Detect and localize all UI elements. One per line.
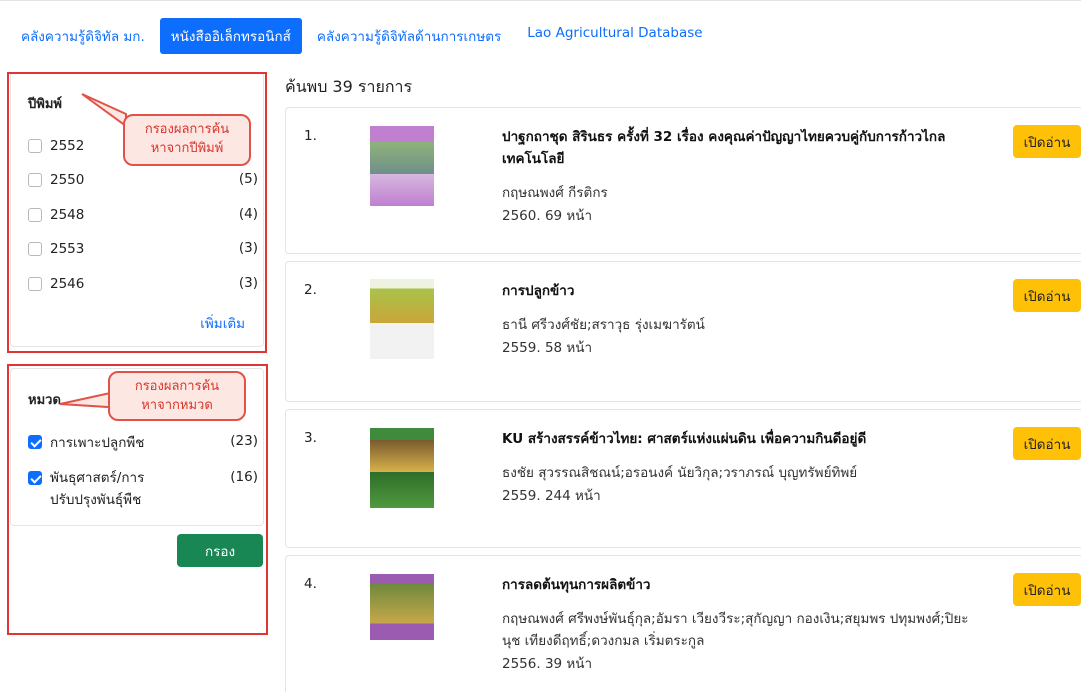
book-author: ธานี ศรีวงศ์ชัย;สราวุธ รุ่งเมฆารัตน์	[502, 317, 705, 333]
tab-agri-digital[interactable]: คลังความรู้ดิจิทัลด้านการเกษตร	[306, 18, 512, 54]
book-meta: 2559. 244 หน้า	[502, 488, 601, 504]
open-read-button[interactable]: เปิดอ่าน	[1013, 573, 1081, 606]
book-meta: 2556. 39 หน้า	[502, 656, 593, 672]
open-read-button[interactable]: เปิดอ่าน	[1013, 125, 1081, 158]
result-card: 2. การปลูกข้าว ธานี ศรีวงศ์ชัย;สราวุธ รุ…	[285, 261, 1081, 402]
result-number: 4.	[304, 576, 317, 592]
book-author: กฤษณพงศ์ กีรติกร	[502, 185, 608, 201]
open-read-button[interactable]: เปิดอ่าน	[1013, 279, 1081, 312]
book-cover-thumbnail[interactable]	[370, 574, 434, 640]
result-card: 1. ปาฐกถาชุด สิรินธร ครั้งที่ 32 เรื่อง …	[285, 107, 1081, 254]
top-divider	[0, 0, 1081, 1]
result-card: 4. การลดต้นทุนการผลิตข้าว กฤษณพงศ์ ศรีพง…	[285, 555, 1081, 692]
tab-ebooks[interactable]: หนังสืออิเล็กทรอนิกส์	[159, 18, 302, 54]
annotation-callout-category: กรองผลการค้น หาจากหมวด	[108, 371, 246, 421]
result-number: 2.	[304, 282, 317, 298]
tab-ku-digital[interactable]: คลังความรู้ดิจิทัล มก.	[10, 18, 156, 54]
book-cover-thumbnail[interactable]	[370, 428, 434, 508]
source-tabs: คลังความรู้ดิจิทัล มก. หนังสืออิเล็กทรอน…	[10, 18, 714, 54]
annotation-callout-year: กรองผลการค้น หาจากปีพิมพ์	[123, 114, 251, 166]
result-card: 3. KU สร้างสรรค์ข้าวไทย: ศาสตร์แห่งแผ่นด…	[285, 409, 1081, 548]
results-summary: ค้นพบ 39 รายการ	[285, 77, 413, 96]
book-cover-thumbnail[interactable]	[370, 126, 434, 206]
book-meta: 2559. 58 หน้า	[502, 340, 593, 356]
book-cover-thumbnail[interactable]	[370, 279, 434, 359]
book-title[interactable]: KU สร้างสรรค์ข้าวไทย: ศาสตร์แห่งแผ่นดิน …	[502, 428, 972, 450]
open-read-button[interactable]: เปิดอ่าน	[1013, 427, 1081, 460]
book-title[interactable]: การลดต้นทุนการผลิตข้าว	[502, 574, 972, 596]
book-author: กฤษณพงศ์ ศรีพงษ์พันธุ์กุล;อัมรา เวียงวีร…	[502, 611, 969, 649]
result-number: 1.	[304, 128, 317, 144]
result-number: 3.	[304, 430, 317, 446]
book-meta: 2560. 69 หน้า	[502, 208, 593, 224]
book-author: ธงชัย สุวรรณสิชณน์;อรอนงค์ นัยวิกุล;วราภ…	[502, 465, 858, 481]
book-title[interactable]: การปลูกข้าว	[502, 280, 972, 302]
book-title[interactable]: ปาฐกถาชุด สิรินธร ครั้งที่ 32 เรื่อง คงค…	[502, 126, 972, 170]
tab-lao-agri[interactable]: Lao Agricultural Database	[516, 18, 713, 54]
